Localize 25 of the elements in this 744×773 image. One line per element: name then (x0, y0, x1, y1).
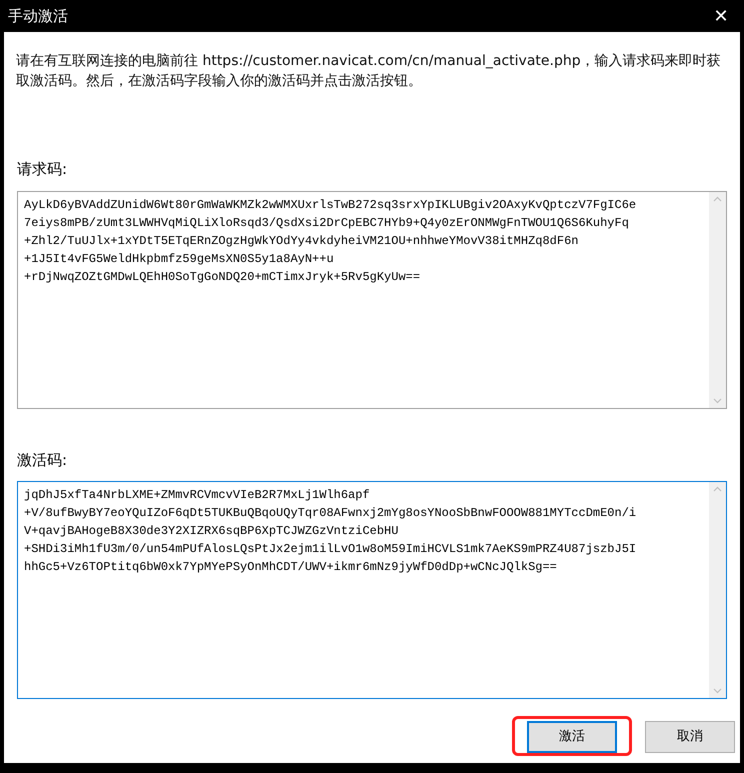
field-label: 激活码: (17, 450, 68, 470)
scroll-down-icon[interactable] (713, 688, 722, 694)
code-field[interactable] (17, 190, 727, 408)
code-line: +rDjNwqZOZtGMDwLQEhH0SoTgGoNDQ20+mCTimxJryk+5Rv5gKyUw== (24, 268, 420, 286)
scrollbar[interactable] (709, 482, 726, 698)
instruction-text: 请在有互联网连接的电脑前往 https://customer.navicat.com/cn/manual_activate.php，输入请求码来即时获取激活码。然后，在激活码字段输入你的激活码并点击激活按钮。 (15, 52, 722, 91)
code-line: jqDhJ5xfTa4NrbLXME+ZMmvRCVmcvVIeB2R7MxLj1Wlh6apf (24, 487, 370, 504)
code-line: AyLkD6yBVAddZUnidW6Wt80rGmWaWKMZk2wWMXUxrlsTwB272sq3srxYpIKLUBgiv2OAxyKvQptczV7FgIC6e (24, 196, 636, 214)
code-line: +Zhl2/TuUJlx+1xYDtT5ETqERnZOgzHgWkYOdYy4vkdyheiVM21OU+nhhweYMovV38itMHZq8dF6n (24, 232, 578, 250)
code-line: V+qavjBAHogeB8X30de3Y2XIZRX6sqBP6XpTCJWZGzVntziCebHU (24, 523, 398, 540)
code-line: +1J5It4vFG5WeldHkpbmfz59geMsXN0S5y1a8AyN++u (24, 250, 334, 268)
activate-button[interactable]: 激活 (527, 721, 617, 753)
code-line: hhGc5+Vz6TOPtitq6bW0xk7YpMYePSyOnMhCDT/UWV+ikmr6mNz9jyWfD0dDp+wCNcJQlkSg== (24, 559, 557, 576)
scroll-up-icon[interactable] (713, 196, 722, 202)
scroll-down-icon[interactable] (713, 398, 722, 404)
scroll-up-icon[interactable] (713, 486, 722, 492)
cancel-button[interactable]: 取消 (645, 721, 735, 753)
window-title: 手动激活 (8, 6, 68, 27)
field-label: 请求码: (17, 159, 68, 180)
scrollbar[interactable] (709, 192, 726, 408)
close-button[interactable]: ✕ (706, 1, 736, 31)
code-line: 7eiys8mPB/zUmt3LWWHVqMiQLiXloRsqd3/QsdXsi2DrCpEBC7HYb9+Q4y0zErONMWgFnTWOU1Q6S6KuhyFq (24, 214, 629, 232)
code-field[interactable] (17, 481, 727, 699)
code-line: +V/8ufBwyBY7eoYQuIZoF6qDt5TUKBuQBqoUQyTqr08AFwnxj2mYg8osYNooSbBnwFOOOW881MYTccDmE0n/i (24, 505, 636, 522)
code-line: +SHDi3iMh1fU3m/0/un54mPUfAlosLQsPtJx2ejm1ilLvO1w8oM59ImiHCVLS1mk7AeKS9mPRZ4U87jszbJ5I (24, 541, 636, 558)
